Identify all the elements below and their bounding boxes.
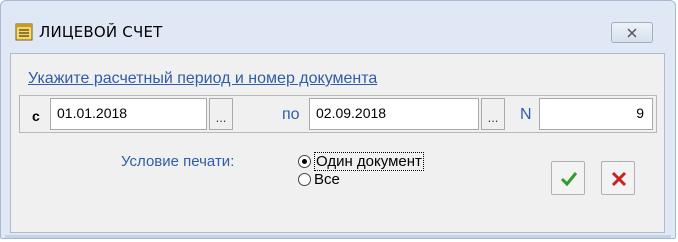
number-label: N: [520, 106, 532, 123]
radio-all-label[interactable]: Все: [314, 171, 340, 188]
title-bar[interactable]: ЛИЦЕВОЙ СЧЕТ: [1, 1, 675, 51]
close-icon: [627, 28, 637, 38]
dialog-window: ЛИЦЕВОЙ СЧЕТ Укажите расчетный период и …: [0, 0, 676, 239]
period-hint: Укажите расчетный период и номер докумен…: [28, 70, 378, 87]
close-button[interactable]: [611, 22, 653, 43]
print-condition-label: Условие печати:: [121, 153, 235, 170]
period-row: с 01.01.2018 ... по 02.09.2018 ... N 9: [19, 95, 657, 133]
document-list-icon: [15, 23, 33, 41]
cross-icon: [611, 171, 627, 187]
from-date-picker-button[interactable]: ...: [209, 98, 233, 130]
to-label: по: [282, 106, 300, 123]
checkmark-icon: [560, 172, 578, 187]
cancel-button[interactable]: [601, 161, 635, 195]
from-date-input[interactable]: 01.01.2018: [50, 98, 207, 130]
to-date-input[interactable]: 02.09.2018: [309, 98, 479, 130]
from-label: с: [32, 108, 40, 124]
radio-one-document-label[interactable]: Один документ: [314, 152, 424, 171]
document-number-input[interactable]: 9: [539, 98, 653, 130]
window-title: ЛИЦЕВОЙ СЧЕТ: [39, 23, 163, 41]
radio-button-checked[interactable]: [298, 155, 311, 168]
to-date-picker-button[interactable]: ...: [481, 98, 505, 130]
dialog-body: Укажите расчетный период и номер докумен…: [10, 53, 665, 233]
radio-button-unchecked[interactable]: [298, 173, 311, 186]
ok-button[interactable]: [551, 161, 585, 195]
